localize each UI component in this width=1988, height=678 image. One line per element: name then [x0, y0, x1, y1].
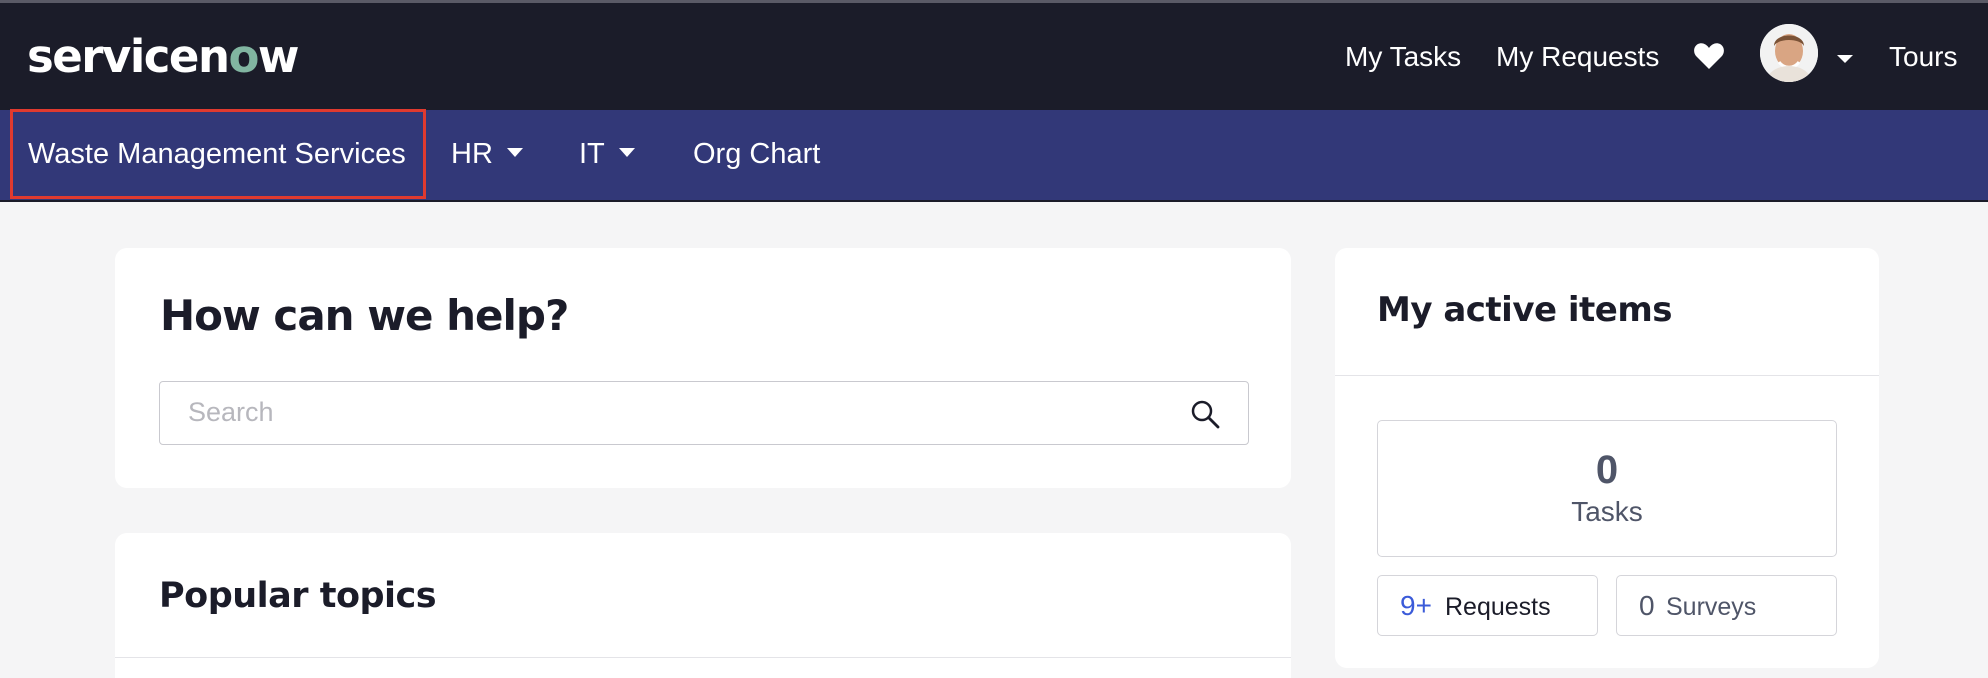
caret-down-icon [506, 147, 523, 157]
search-card: How can we help? [115, 248, 1291, 488]
divider [1335, 375, 1879, 376]
requests-tile[interactable]: 9+ Requests [1377, 575, 1598, 636]
requests-count: 9+ [1400, 590, 1432, 621]
logo-text-start: servicen [27, 30, 230, 83]
help-title: How can we help? [160, 291, 569, 340]
surveys-tile[interactable]: 0 Surveys [1616, 575, 1837, 636]
servicenow-logo[interactable]: servicenow [27, 29, 300, 85]
user-avatar[interactable] [1760, 24, 1818, 82]
nav-item-hr[interactable]: HR [451, 136, 523, 172]
divider [115, 657, 1291, 658]
nav-item-it-label: IT [579, 138, 605, 170]
nav-item-hr-label: HR [451, 138, 493, 170]
search-icon[interactable] [1190, 399, 1220, 429]
search-field[interactable] [159, 381, 1249, 445]
nav-item-org-chart[interactable]: Org Chart [693, 136, 820, 172]
caret-down-icon [618, 147, 635, 157]
popular-topics-title: Popular topics [159, 576, 437, 616]
nav-item-it[interactable]: IT [579, 136, 635, 172]
heart-icon[interactable] [1693, 42, 1725, 70]
tasks-tile[interactable]: 0 Tasks [1377, 420, 1837, 557]
surveys-label: Surveys [1666, 593, 1757, 621]
logo-text-accent: o [228, 30, 260, 83]
requests-label: Requests [1445, 593, 1551, 621]
tours-link[interactable]: Tours [1889, 39, 1957, 75]
avatar-image [1760, 24, 1818, 82]
active-items-card: My active items 0 Tasks 9+ Requests 0 Su… [1335, 248, 1879, 668]
surveys-count: 0 [1639, 590, 1655, 621]
active-items-title: My active items [1377, 290, 1673, 330]
my-requests-link[interactable]: My Requests [1496, 39, 1659, 75]
logo-text-end: w [257, 30, 300, 83]
caret-down-icon[interactable] [1836, 54, 1854, 64]
tasks-count: 0 [1595, 448, 1619, 492]
popular-topics-card: Popular topics [115, 533, 1291, 678]
highlight-annotation [10, 109, 426, 199]
tasks-label: Tasks [1571, 496, 1643, 527]
search-input[interactable] [188, 382, 1148, 442]
